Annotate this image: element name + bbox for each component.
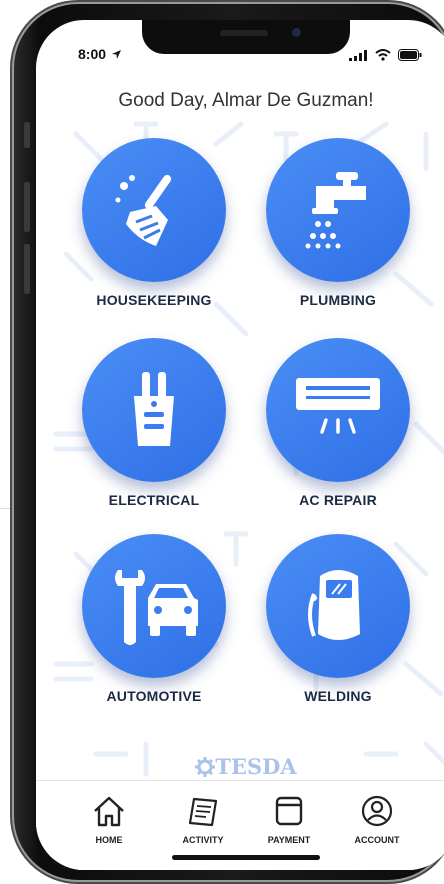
service-plumbing[interactable]: PLUMBING xyxy=(258,138,418,308)
tab-account[interactable]: ACCOUNT xyxy=(332,795,422,845)
status-icons xyxy=(349,48,422,66)
tab-activity[interactable]: ACTIVITY xyxy=(158,795,248,845)
account-icon xyxy=(361,795,393,827)
app-screen: 8:00 Good Day, Almar De Guzman! HOUSEKEE… xyxy=(36,20,444,870)
volume-up-button xyxy=(24,182,30,232)
location-arrow-icon xyxy=(111,50,121,59)
automotive-label: AUTOMOTIVE xyxy=(106,688,202,704)
service-automotive[interactable]: AUTOMOTIVE xyxy=(74,534,234,704)
welding-mask-icon xyxy=(308,570,360,640)
tab-home-label: HOME xyxy=(95,835,123,845)
tab-home[interactable]: HOME xyxy=(64,795,154,845)
faucet-icon xyxy=(305,172,366,249)
plug-icon xyxy=(134,372,174,446)
welding-button[interactable] xyxy=(266,534,410,678)
tab-payment[interactable]: PAYMENT xyxy=(244,795,334,845)
page-divider xyxy=(0,508,14,509)
car-wrench-icon xyxy=(115,570,198,645)
housekeeping-button[interactable] xyxy=(82,138,226,282)
tab-payment-label: PAYMENT xyxy=(267,835,311,845)
greeting-text: Good Day, Almar De Guzman! xyxy=(118,90,374,111)
home-icon xyxy=(94,796,124,827)
tab-account-label: ACCOUNT xyxy=(354,835,400,845)
automotive-button[interactable] xyxy=(82,534,226,678)
service-housekeeping[interactable]: HOUSEKEEPING xyxy=(74,138,234,308)
air-conditioner-icon xyxy=(296,378,380,434)
ac-repair-label: AC REPAIR xyxy=(299,492,377,508)
wallet-icon xyxy=(275,796,303,826)
tab-activity-label: ACTIVITY xyxy=(182,835,224,845)
home-indicator xyxy=(172,855,320,860)
housekeeping-label: HOUSEKEEPING xyxy=(96,292,212,308)
volume-down-button xyxy=(24,244,30,294)
wifi-icon xyxy=(374,49,391,61)
service-electrical[interactable]: ELECTRICAL xyxy=(74,338,234,508)
ac-repair-button[interactable] xyxy=(266,338,410,482)
broom-icon xyxy=(115,174,172,246)
gear-icon xyxy=(195,757,216,777)
welding-label: WELDING xyxy=(304,688,372,704)
plumbing-label: PLUMBING xyxy=(299,292,377,308)
tesda-logo: TESDA xyxy=(36,754,444,779)
bottom-tab-bar: HOME ACTIVITY PAYMENT ACCOUNT xyxy=(36,780,444,870)
electrical-button[interactable] xyxy=(82,338,226,482)
speaker xyxy=(220,30,268,36)
service-ac-repair[interactable]: AC REPAIR xyxy=(258,338,418,508)
activity-icon xyxy=(188,797,218,827)
battery-icon xyxy=(398,49,422,61)
notch xyxy=(142,20,350,54)
electrical-label: ELECTRICAL xyxy=(108,492,200,508)
camera xyxy=(292,28,301,37)
status-time: 8:00 xyxy=(78,46,121,62)
service-welding[interactable]: WELDING xyxy=(258,534,418,704)
phone-frame: 8:00 Good Day, Almar De Guzman! HOUSEKEE… xyxy=(14,4,444,880)
plumbing-button[interactable] xyxy=(266,138,410,282)
signal-icon xyxy=(349,50,368,61)
brand-name: TESDA xyxy=(215,754,297,779)
mute-switch xyxy=(24,122,30,148)
